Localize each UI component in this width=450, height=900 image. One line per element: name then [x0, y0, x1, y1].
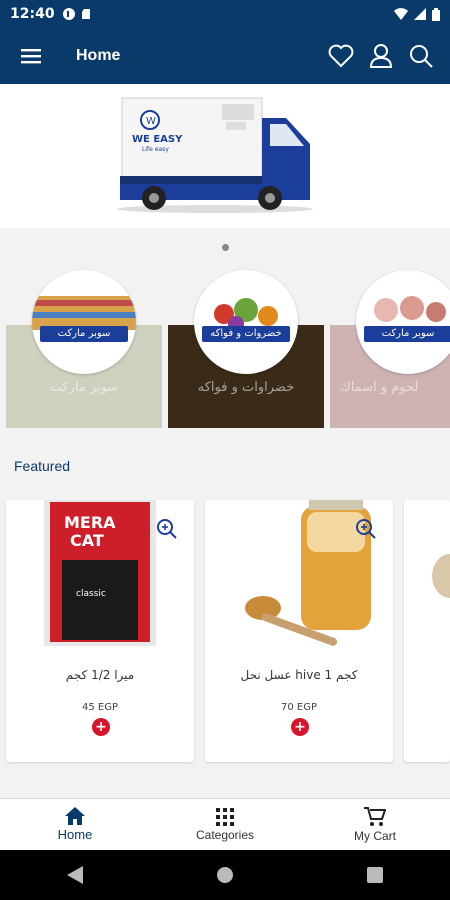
banner-pagination [0, 244, 450, 251]
nav-cart-label: My Cart [354, 828, 396, 843]
search-button[interactable] [406, 41, 436, 71]
sd-card-icon [81, 9, 90, 19]
category-image-vegetables[interactable]: خضروات و فواكه [194, 270, 298, 374]
status-right [394, 7, 440, 21]
category-banner-text: سوبر ماركت [40, 326, 128, 342]
search-icon [410, 45, 433, 68]
nav-categories[interactable]: Categories [150, 799, 300, 850]
product-card-partial[interactable] [404, 500, 450, 762]
hamburger-icon [21, 49, 41, 64]
pagination-dot[interactable] [221, 244, 229, 251]
notification-icon [62, 8, 75, 20]
recents-icon[interactable] [367, 867, 383, 883]
banner-brand: WE EASY [132, 134, 183, 145]
svg-text:MERA: MERA [64, 513, 116, 532]
promo-banner[interactable]: W WE EASY Life easy [0, 84, 450, 228]
app-root: 12:40 Home W WE EASY Life easy سوبر مارك… [0, 0, 450, 900]
add-to-cart-button[interactable]: + [291, 718, 309, 736]
product-card[interactable]: عسل نحل hive 1 كجم 70 EGP + [205, 500, 393, 762]
zoom-icon[interactable] [156, 518, 178, 540]
category-image-supermarket[interactable]: سوبر ماركت [32, 270, 136, 374]
featured-heading: Featured [14, 458, 71, 474]
menu-button[interactable] [16, 41, 46, 71]
wishlist-button[interactable] [326, 41, 356, 71]
category-label: سوبر ماركت [49, 380, 119, 395]
signal-icon [414, 8, 426, 20]
product-image [432, 554, 450, 598]
product-image [245, 500, 371, 646]
status-bar: 12:40 [0, 0, 450, 28]
heart-icon [328, 44, 354, 68]
product-card[interactable]: MERA CAT classic ميرا 1/2 كجم 45 EGP + [6, 500, 194, 762]
category-banner-text: خضروات و فواكه [202, 326, 290, 342]
status-time: 12:40 [10, 6, 55, 22]
product-price: 70 EGP [280, 702, 317, 713]
category-label: لحوم و اسماك [340, 380, 419, 395]
page-title: Home [76, 47, 121, 64]
nav-categories-label: Categories [195, 827, 255, 842]
nav-home[interactable]: Home [0, 799, 150, 850]
product-price: 45 EGP [81, 702, 118, 713]
featured-products: MERA CAT classic ميرا 1/2 كجم 45 EGP + ع… [0, 500, 450, 762]
meat-image [374, 296, 446, 322]
system-navigation-bar [0, 850, 450, 900]
product-name: ميرا 1/2 كجم [65, 668, 135, 682]
wifi-icon [394, 8, 408, 20]
supermarket-image [32, 296, 136, 330]
cart-icon [364, 806, 386, 826]
svg-text:W: W [146, 116, 156, 127]
app-bar: Home [0, 28, 450, 84]
vegetables-image [214, 298, 278, 332]
product-image: MERA CAT classic [44, 500, 156, 646]
zoom-icon[interactable] [355, 518, 377, 540]
home-icon [65, 807, 85, 825]
svg-text:classic: classic [76, 589, 106, 599]
grid-icon [216, 807, 234, 826]
category-banner-text: سوبر ماركت [364, 326, 450, 342]
banner-tagline: Life easy [142, 146, 169, 153]
account-button[interactable] [366, 41, 396, 71]
nav-home-label: Home [57, 827, 93, 842]
bottom-navigation: Home Categories My Cart [0, 798, 450, 850]
back-icon[interactable] [67, 866, 83, 884]
add-to-cart-button[interactable]: + [92, 718, 110, 736]
nav-cart[interactable]: My Cart [300, 799, 450, 850]
app-actions [326, 41, 436, 71]
delivery-truck-illustration: W WE EASY Life easy [117, 97, 313, 213]
user-icon [369, 44, 393, 68]
battery-icon [432, 7, 440, 21]
product-name: عسل نحل hive 1 كجم [240, 668, 358, 682]
category-carousel: سوبر ماركت سوبر ماركت خضراوات و فواكه خض… [0, 270, 450, 430]
category-image-meat[interactable]: سوبر ماركت [356, 270, 450, 374]
category-label: خضراوات و فواكه [197, 380, 295, 395]
svg-text:CAT: CAT [70, 531, 104, 550]
home-circle-icon[interactable] [217, 867, 233, 883]
